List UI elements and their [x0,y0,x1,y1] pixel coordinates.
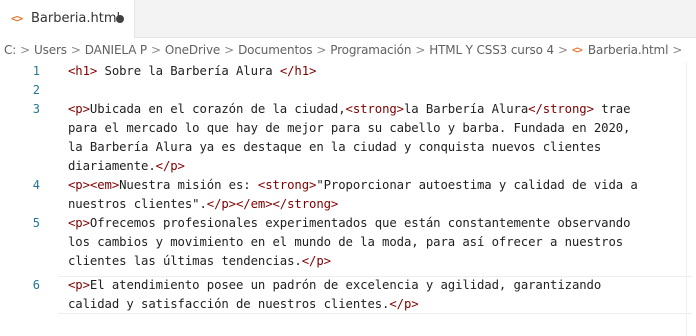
code-line-5-wrap: los cambios y movimiento en el mundo de … [68,233,623,252]
breadcrumb-item-users[interactable]: Users [34,43,67,57]
tab-barberia-html[interactable]: <> Barberia.html [0,0,135,38]
line-number: 1 [32,64,40,78]
code-text: Ofrecemos profesionales experimentados q… [89,216,631,230]
code-text: la Barbería Alura [403,102,529,116]
breadcrumb-item-programacion[interactable]: Programación [330,43,411,57]
code-text: trae [593,102,631,116]
chevron-right-icon: > [672,43,683,57]
code-line-4: <p><em>Nuestra misión es: <strong>"Propo… [68,176,638,195]
code-line-3-wrap: diariamente.</p> [68,157,185,176]
html-tag: </p> [389,297,419,311]
vertical-scrollbar[interactable] [686,62,696,336]
html-tag: </p></em></strong> [206,197,339,211]
html-tag: <p><em> [68,178,120,192]
editor-tab-bar: <> Barberia.html [0,0,696,38]
chevron-right-icon: > [151,43,161,57]
html-file-icon: <> [11,12,23,25]
breadcrumb-item-documentos[interactable]: Documentos [238,43,312,57]
html-tag: <strong> [257,178,317,192]
breadcrumb-item-user[interactable]: DANIELA P [85,43,147,57]
chevron-right-icon: > [557,43,568,57]
html-tag: <h1> [68,64,98,78]
code-line-3-wrap: para el mercado lo que hay de mejor para… [68,119,630,138]
chevron-right-icon: > [316,43,327,57]
chevron-right-icon: > [70,43,81,57]
html-tag: <p> [68,278,90,292]
code-text: la Barbería Alura ya es destaque en la c… [68,140,602,154]
code-text: para el mercado lo que hay de mejor para… [68,121,631,135]
code-text: Ubicada en el corazón de la ciudad, [89,102,346,116]
code-text: El atendimiento posee un padrón de excel… [89,278,602,292]
html-tag: </h1> [279,64,317,78]
breadcrumb-item-course-folder[interactable]: HTML Y CSS3 curso 4 [429,43,554,57]
html-file-icon: <> [571,44,583,56]
html-tag: <p> [68,102,90,116]
code-content[interactable]: <h1> Sobre la Barbería Alura </h1> <p>Ub… [68,62,688,336]
code-line-1: <h1> Sobre la Barbería Alura </h1> [68,62,316,81]
breadcrumb: C: > Users > DANIELA P > OneDrive > Docu… [0,38,696,62]
code-editor[interactable]: 1 2 3 4 5 6 <h1> Sobre la Barbería Alura… [0,62,696,336]
breadcrumb-item-file[interactable]: Barberia.html [588,43,668,57]
code-line-4-wrap: nuestros clientes".</p></em></strong> [68,195,338,214]
code-text: nuestros clientes". [68,197,207,211]
code-line-5: <p>Ofrecemos profesionales experimentado… [68,214,630,233]
html-tag: </p> [155,159,185,173]
chevron-right-icon: > [20,43,31,57]
line-number: 3 [32,102,40,116]
code-text: "Proporcionar autoestima y calidad de vi… [316,178,638,192]
html-tag: </p> [301,254,331,268]
code-line-3-wrap: la Barbería Alura ya es destaque en la c… [68,138,601,157]
unsaved-changes-icon[interactable] [116,15,124,23]
code-text: clientes las últimas tendencias. [68,254,302,268]
line-number-gutter: 1 2 3 4 5 6 [0,62,58,336]
line-number: 2 [32,83,40,97]
html-tag: </strong> [528,102,594,116]
html-tag: <strong> [345,102,405,116]
breadcrumb-item-onedrive[interactable]: OneDrive [165,43,220,57]
breadcrumb-item-drive[interactable]: C: [4,43,16,57]
code-text: calidad y satisfacción de nuestros clien… [68,297,390,311]
code-text: los cambios y movimiento en el mundo de … [68,235,624,249]
line-number: 5 [32,216,40,230]
line-number: 4 [32,178,40,192]
tab-label: Barberia.html [31,11,121,26]
code-text: diariamente. [68,159,156,173]
code-text: Nuestra misión es: [119,178,258,192]
code-line-6-wrap: calidad y satisfacción de nuestros clien… [68,295,419,314]
chevron-right-icon: > [224,43,235,57]
line-number: 6 [32,278,40,292]
code-line-3: <p>Ubicada en el corazón de la ciudad,<s… [68,100,631,119]
code-text: Sobre la Barbería Alura [97,64,280,78]
html-tag: <p> [68,216,90,230]
chevron-right-icon: > [415,43,426,57]
code-line-6: <p>El atendimiento posee un padrón de ex… [68,276,601,295]
code-line-5-wrap: clientes las últimas tendencias.</p> [68,252,331,271]
